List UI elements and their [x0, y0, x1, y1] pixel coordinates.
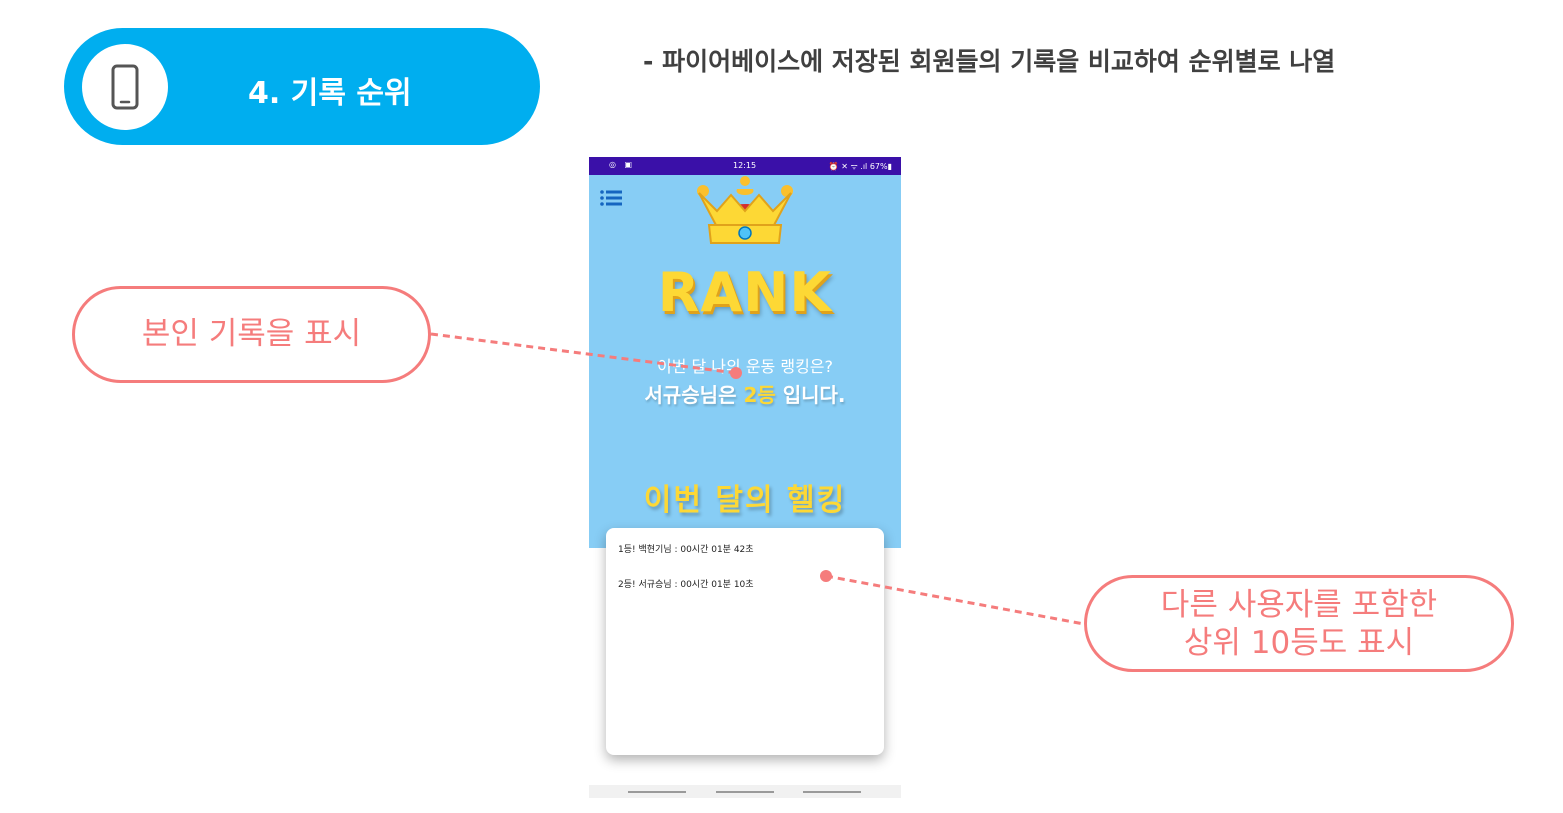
callout-self-record: 본인 기록을 표시 [72, 286, 431, 383]
callout-anchor-dot [730, 367, 742, 379]
callout-connectors [430, 332, 1085, 626]
callout-line: 다른 사용자를 포함한 [1160, 587, 1438, 623]
callout-top-ranking: 다른 사용자를 포함한 상위 10등도 표시 [1084, 575, 1514, 672]
callout-line: 상위 10등도 표시 [1183, 625, 1415, 661]
callout-anchor-dot [820, 570, 832, 582]
